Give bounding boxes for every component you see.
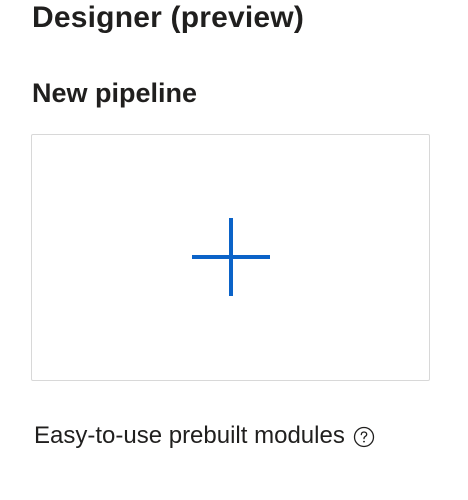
tile-caption-text: Easy-to-use prebuilt modules — [34, 422, 345, 449]
section-title: New pipeline — [32, 78, 198, 108]
new-pipeline-tile[interactable] — [31, 134, 430, 381]
tile-caption: Easy-to-use prebuilt modules — [34, 421, 375, 451]
plus-icon — [192, 218, 270, 296]
page-title: Designer (preview) — [32, 1, 305, 34]
question-circle-icon[interactable] — [353, 426, 375, 448]
